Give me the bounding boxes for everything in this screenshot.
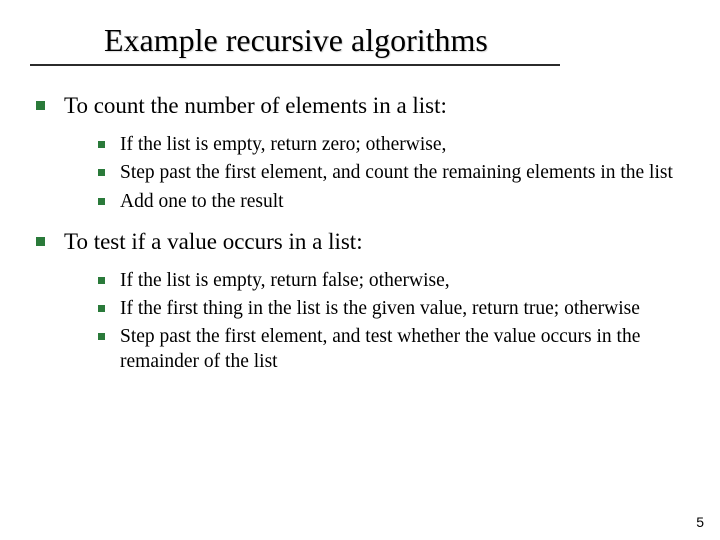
bullet-level2: If the first thing in the list is the gi… xyxy=(98,297,684,321)
sublist: If the list is empty, return zero; other… xyxy=(36,133,684,214)
slide-title: Example recursive algorithms xyxy=(104,22,488,59)
section-heading: To test if a value occurs in a list: xyxy=(64,229,363,254)
square-bullet-icon xyxy=(98,305,105,312)
bullet-level1: To count the number of elements in a lis… xyxy=(36,92,684,121)
square-bullet-icon xyxy=(98,333,105,340)
bullet-level2: If the list is empty, return zero; other… xyxy=(98,133,684,157)
square-bullet-icon xyxy=(98,141,105,148)
list-item-text: Step past the first element, and count t… xyxy=(120,162,673,183)
list-item-text: If the list is empty, return false; othe… xyxy=(120,270,450,291)
slide: Example recursive algorithms To count th… xyxy=(0,0,720,540)
page-number: 5 xyxy=(696,514,704,530)
square-bullet-icon xyxy=(98,198,105,205)
list-item-text: If the list is empty, return zero; other… xyxy=(120,134,446,155)
bullet-level1: To test if a value occurs in a list: xyxy=(36,228,684,257)
square-bullet-icon xyxy=(36,101,45,110)
square-bullet-icon xyxy=(98,277,105,284)
title-underline xyxy=(0,64,720,66)
bullet-level2: If the list is empty, return false; othe… xyxy=(98,269,684,293)
list-item-text: Step past the first element, and test wh… xyxy=(120,326,640,371)
section-heading: To count the number of elements in a lis… xyxy=(64,93,447,118)
list-item-text: If the first thing in the list is the gi… xyxy=(120,298,640,319)
bullet-level2: Step past the first element, and count t… xyxy=(98,161,684,185)
list-item-text: Add one to the result xyxy=(120,191,284,212)
slide-body: To count the number of elements in a lis… xyxy=(36,92,684,388)
square-bullet-icon xyxy=(36,237,45,246)
sublist: If the list is empty, return false; othe… xyxy=(36,269,684,375)
bullet-level2: Step past the first element, and test wh… xyxy=(98,325,684,374)
square-bullet-icon xyxy=(98,169,105,176)
bullet-level2: Add one to the result xyxy=(98,190,684,214)
